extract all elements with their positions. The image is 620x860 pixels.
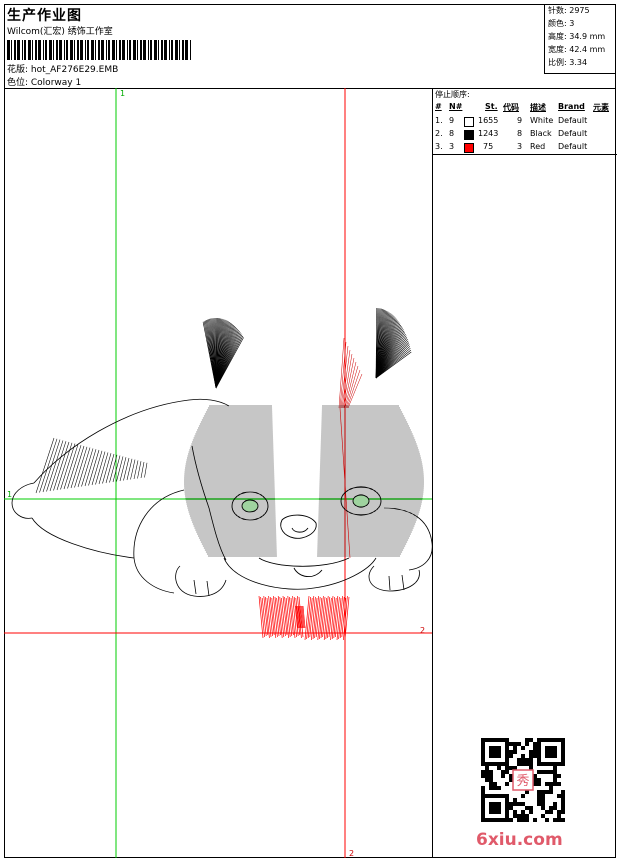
barcode-icon [7, 40, 191, 60]
col-stitches: St. [485, 102, 498, 111]
col-needle: N# [449, 102, 463, 111]
table-row: 1. 9 1655 9 White Default [435, 116, 588, 127]
page-title: 生产作业图 [7, 8, 82, 24]
panel-divider [433, 154, 617, 155]
guide-label-right: 2 [420, 626, 425, 635]
col-index: # [435, 102, 442, 111]
stats-box: 针数: 2975 颜色: 3 高度: 34.9 mm 宽度: 42.4 mm 比… [544, 4, 616, 74]
design-canvas: 1 1 2 2 [4, 88, 432, 858]
stat-stitches: 针数: 2975 [548, 6, 590, 15]
color-swatch [464, 117, 474, 127]
col-description: 描述 [530, 103, 546, 112]
guide-label-top: 1 [120, 89, 125, 98]
stop-sequence-title: 停止顺序: [435, 90, 470, 99]
stat-scale: 比例: 3.34 [548, 58, 588, 67]
col-brand: Brand [558, 102, 585, 111]
dog-tail-stitching [35, 437, 148, 494]
col-code: 代码 [503, 103, 519, 112]
stat-width: 宽度: 42.4 mm [548, 45, 606, 54]
watermark: 6xiu.com [476, 830, 563, 850]
svg-text:秀: 秀 [516, 774, 529, 789]
col-element: 元素 [593, 103, 609, 112]
color-swatch [464, 130, 474, 140]
studio-name: Wilcom(汇宏) 绣饰工作室 [7, 27, 113, 37]
qr-code-icon: 秀 [481, 738, 565, 822]
design-file: 花版: hot_AF276E29.EMB [7, 65, 119, 75]
colorway: 色位: Colorway 1 [7, 78, 82, 88]
guide-label-left: 1 [7, 490, 12, 499]
stat-colors: 颜色: 3 [548, 19, 575, 28]
guide-label-bottom: 2 [349, 849, 354, 858]
header: 生产作业图 Wilcom(汇宏) 绣饰工作室 花版: hot_AF276E29.… [4, 4, 616, 89]
color-swatch [464, 143, 474, 153]
table-row: 2. 8 1243 8 Black Default [435, 129, 588, 140]
dog-ears-stitching [202, 308, 412, 409]
stat-height: 高度: 34.9 mm [548, 32, 606, 41]
